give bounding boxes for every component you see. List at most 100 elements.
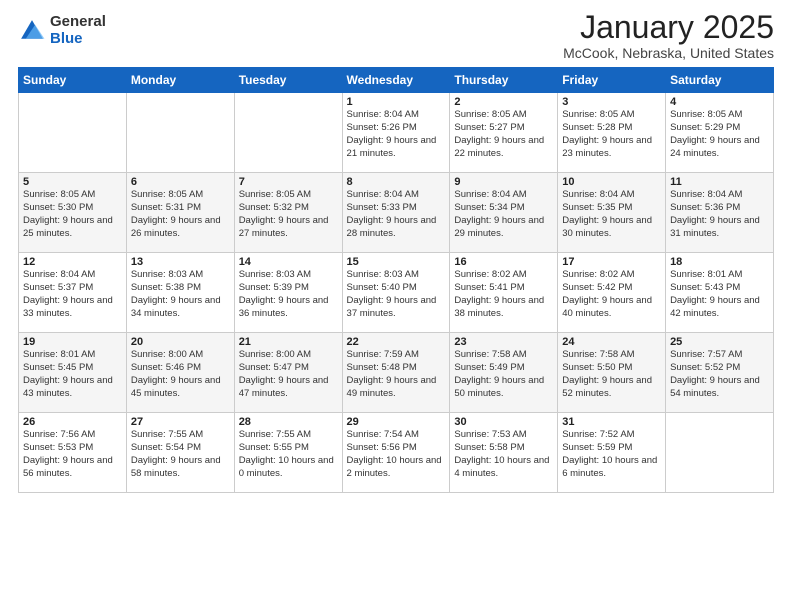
cell-info: Sunrise: 7:57 AMSunset: 5:52 PMDaylight:… — [670, 349, 769, 400]
cell-info: Sunrise: 7:53 AMSunset: 5:58 PMDaylight:… — [454, 429, 553, 480]
cell-info: Sunrise: 7:58 AMSunset: 5:49 PMDaylight:… — [454, 349, 553, 400]
calendar-subtitle: McCook, Nebraska, United States — [563, 45, 774, 61]
calendar-cell: 31Sunrise: 7:52 AMSunset: 5:59 PMDayligh… — [558, 413, 666, 493]
week-row-1: 1Sunrise: 8:04 AMSunset: 5:26 PMDaylight… — [19, 93, 774, 173]
calendar-table: SundayMondayTuesdayWednesdayThursdayFrid… — [18, 67, 774, 493]
weekday-header-monday: Monday — [126, 68, 234, 93]
cell-info: Sunrise: 8:05 AMSunset: 5:32 PMDaylight:… — [239, 189, 338, 240]
cell-day-number: 6 — [131, 176, 230, 188]
calendar-cell: 7Sunrise: 8:05 AMSunset: 5:32 PMDaylight… — [234, 173, 342, 253]
cell-day-number: 22 — [347, 336, 446, 348]
calendar-cell: 10Sunrise: 8:04 AMSunset: 5:35 PMDayligh… — [558, 173, 666, 253]
calendar-cell: 19Sunrise: 8:01 AMSunset: 5:45 PMDayligh… — [19, 333, 127, 413]
cell-info: Sunrise: 8:03 AMSunset: 5:40 PMDaylight:… — [347, 269, 446, 320]
calendar-cell: 15Sunrise: 8:03 AMSunset: 5:40 PMDayligh… — [342, 253, 450, 333]
cell-day-number: 19 — [23, 336, 122, 348]
calendar-cell: 8Sunrise: 8:04 AMSunset: 5:33 PMDaylight… — [342, 173, 450, 253]
cell-day-number: 20 — [131, 336, 230, 348]
calendar-cell: 23Sunrise: 7:58 AMSunset: 5:49 PMDayligh… — [450, 333, 558, 413]
calendar-cell: 1Sunrise: 8:04 AMSunset: 5:26 PMDaylight… — [342, 93, 450, 173]
cell-day-number: 12 — [23, 256, 122, 268]
logo-icon — [18, 17, 46, 45]
cell-day-number: 18 — [670, 256, 769, 268]
cell-day-number: 26 — [23, 416, 122, 428]
cell-info: Sunrise: 7:55 AMSunset: 5:55 PMDaylight:… — [239, 429, 338, 480]
calendar-cell: 20Sunrise: 8:00 AMSunset: 5:46 PMDayligh… — [126, 333, 234, 413]
calendar-cell: 17Sunrise: 8:02 AMSunset: 5:42 PMDayligh… — [558, 253, 666, 333]
calendar-cell: 24Sunrise: 7:58 AMSunset: 5:50 PMDayligh… — [558, 333, 666, 413]
calendar-cell: 18Sunrise: 8:01 AMSunset: 5:43 PMDayligh… — [666, 253, 774, 333]
cell-info: Sunrise: 8:04 AMSunset: 5:37 PMDaylight:… — [23, 269, 122, 320]
cell-day-number: 3 — [562, 96, 661, 108]
calendar-cell: 16Sunrise: 8:02 AMSunset: 5:41 PMDayligh… — [450, 253, 558, 333]
calendar-cell: 3Sunrise: 8:05 AMSunset: 5:28 PMDaylight… — [558, 93, 666, 173]
calendar-cell — [666, 413, 774, 493]
cell-day-number: 5 — [23, 176, 122, 188]
cell-info: Sunrise: 7:55 AMSunset: 5:54 PMDaylight:… — [131, 429, 230, 480]
cell-info: Sunrise: 8:03 AMSunset: 5:39 PMDaylight:… — [239, 269, 338, 320]
logo: General Blue — [18, 14, 106, 47]
cell-info: Sunrise: 8:04 AMSunset: 5:34 PMDaylight:… — [454, 189, 553, 240]
cell-day-number: 25 — [670, 336, 769, 348]
cell-info: Sunrise: 8:05 AMSunset: 5:30 PMDaylight:… — [23, 189, 122, 240]
calendar-cell: 25Sunrise: 7:57 AMSunset: 5:52 PMDayligh… — [666, 333, 774, 413]
cell-info: Sunrise: 8:04 AMSunset: 5:35 PMDaylight:… — [562, 189, 661, 240]
logo-general: General — [50, 14, 106, 31]
header: General Blue January 2025 McCook, Nebras… — [18, 10, 774, 61]
cell-day-number: 16 — [454, 256, 553, 268]
cell-info: Sunrise: 8:05 AMSunset: 5:28 PMDaylight:… — [562, 109, 661, 160]
calendar-cell: 30Sunrise: 7:53 AMSunset: 5:58 PMDayligh… — [450, 413, 558, 493]
cell-info: Sunrise: 7:58 AMSunset: 5:50 PMDaylight:… — [562, 349, 661, 400]
cell-day-number: 27 — [131, 416, 230, 428]
calendar-cell: 5Sunrise: 8:05 AMSunset: 5:30 PMDaylight… — [19, 173, 127, 253]
calendar-cell: 9Sunrise: 8:04 AMSunset: 5:34 PMDaylight… — [450, 173, 558, 253]
calendar-cell: 6Sunrise: 8:05 AMSunset: 5:31 PMDaylight… — [126, 173, 234, 253]
calendar-cell: 28Sunrise: 7:55 AMSunset: 5:55 PMDayligh… — [234, 413, 342, 493]
weekday-header-wednesday: Wednesday — [342, 68, 450, 93]
cell-day-number: 30 — [454, 416, 553, 428]
calendar-cell: 11Sunrise: 8:04 AMSunset: 5:36 PMDayligh… — [666, 173, 774, 253]
cell-day-number: 28 — [239, 416, 338, 428]
cell-day-number: 8 — [347, 176, 446, 188]
calendar-title: January 2025 — [563, 10, 774, 45]
calendar-cell — [19, 93, 127, 173]
cell-day-number: 29 — [347, 416, 446, 428]
calendar-cell: 2Sunrise: 8:05 AMSunset: 5:27 PMDaylight… — [450, 93, 558, 173]
cell-day-number: 1 — [347, 96, 446, 108]
calendar-cell — [126, 93, 234, 173]
week-row-3: 12Sunrise: 8:04 AMSunset: 5:37 PMDayligh… — [19, 253, 774, 333]
week-row-4: 19Sunrise: 8:01 AMSunset: 5:45 PMDayligh… — [19, 333, 774, 413]
calendar-cell: 12Sunrise: 8:04 AMSunset: 5:37 PMDayligh… — [19, 253, 127, 333]
cell-day-number: 24 — [562, 336, 661, 348]
logo-text: General Blue — [50, 14, 106, 47]
weekday-header-thursday: Thursday — [450, 68, 558, 93]
weekday-header-friday: Friday — [558, 68, 666, 93]
cell-info: Sunrise: 7:59 AMSunset: 5:48 PMDaylight:… — [347, 349, 446, 400]
cell-day-number: 21 — [239, 336, 338, 348]
cell-info: Sunrise: 8:00 AMSunset: 5:46 PMDaylight:… — [131, 349, 230, 400]
page: General Blue January 2025 McCook, Nebras… — [0, 0, 792, 612]
cell-info: Sunrise: 8:02 AMSunset: 5:42 PMDaylight:… — [562, 269, 661, 320]
week-row-2: 5Sunrise: 8:05 AMSunset: 5:30 PMDaylight… — [19, 173, 774, 253]
cell-day-number: 7 — [239, 176, 338, 188]
cell-info: Sunrise: 7:52 AMSunset: 5:59 PMDaylight:… — [562, 429, 661, 480]
cell-day-number: 10 — [562, 176, 661, 188]
cell-info: Sunrise: 8:05 AMSunset: 5:31 PMDaylight:… — [131, 189, 230, 240]
cell-day-number: 14 — [239, 256, 338, 268]
cell-info: Sunrise: 8:02 AMSunset: 5:41 PMDaylight:… — [454, 269, 553, 320]
week-row-5: 26Sunrise: 7:56 AMSunset: 5:53 PMDayligh… — [19, 413, 774, 493]
cell-info: Sunrise: 8:01 AMSunset: 5:45 PMDaylight:… — [23, 349, 122, 400]
calendar-cell: 22Sunrise: 7:59 AMSunset: 5:48 PMDayligh… — [342, 333, 450, 413]
calendar-cell: 29Sunrise: 7:54 AMSunset: 5:56 PMDayligh… — [342, 413, 450, 493]
cell-day-number: 31 — [562, 416, 661, 428]
cell-info: Sunrise: 8:04 AMSunset: 5:36 PMDaylight:… — [670, 189, 769, 240]
cell-info: Sunrise: 8:05 AMSunset: 5:27 PMDaylight:… — [454, 109, 553, 160]
cell-day-number: 2 — [454, 96, 553, 108]
logo-blue: Blue — [50, 31, 106, 48]
cell-day-number: 4 — [670, 96, 769, 108]
cell-info: Sunrise: 7:56 AMSunset: 5:53 PMDaylight:… — [23, 429, 122, 480]
calendar-cell: 4Sunrise: 8:05 AMSunset: 5:29 PMDaylight… — [666, 93, 774, 173]
cell-day-number: 15 — [347, 256, 446, 268]
calendar-cell: 14Sunrise: 8:03 AMSunset: 5:39 PMDayligh… — [234, 253, 342, 333]
calendar-cell: 26Sunrise: 7:56 AMSunset: 5:53 PMDayligh… — [19, 413, 127, 493]
